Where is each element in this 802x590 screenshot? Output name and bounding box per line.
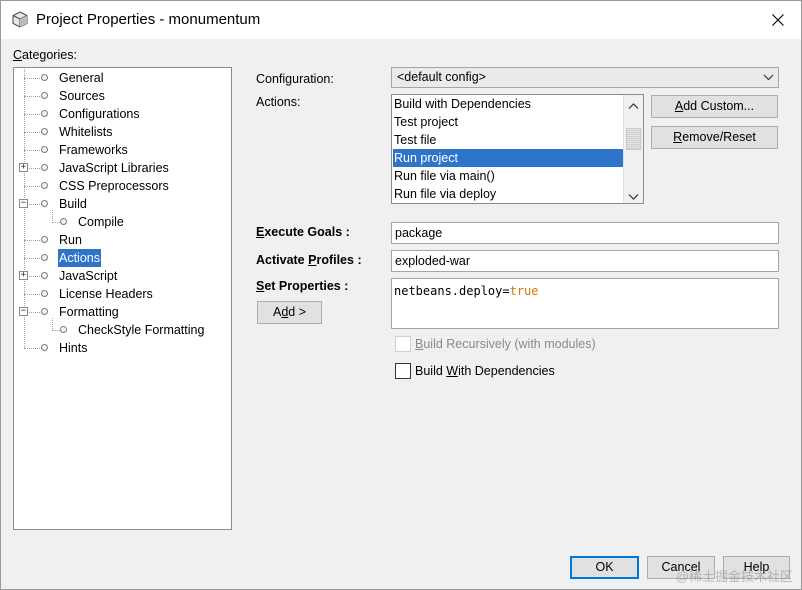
actions-label: Actions: xyxy=(256,95,301,109)
node-bullet-icon xyxy=(41,254,48,261)
actions-list-scrollbar[interactable] xyxy=(623,95,643,203)
tree-item-actions[interactable]: Actions xyxy=(14,249,229,267)
scrollbar-thumb[interactable] xyxy=(626,128,641,150)
list-item[interactable]: Run file via main() xyxy=(393,167,623,185)
tree-item-configurations[interactable]: Configurations xyxy=(14,105,229,123)
activate-profiles-label: Activate Profiles : xyxy=(256,253,362,267)
scroll-up-icon[interactable] xyxy=(628,99,639,113)
title-bar: Project Properties - monumentum xyxy=(1,1,801,39)
categories-label: Categories: xyxy=(13,48,77,62)
tree-item-sources[interactable]: Sources xyxy=(14,87,229,105)
tree-item-build[interactable]: − Build xyxy=(14,195,229,213)
watermark: @稀土掘金技术社区 xyxy=(675,569,793,584)
netbeans-project-cube-icon xyxy=(12,11,28,28)
execute-goals-label: Execute Goals : xyxy=(256,225,350,239)
list-item[interactable]: Test project xyxy=(393,113,623,131)
close-icon[interactable] xyxy=(755,1,801,39)
build-with-dependencies-checkbox[interactable] xyxy=(395,363,411,379)
configuration-select[interactable]: <default config> xyxy=(391,67,779,88)
expand-plus-icon[interactable]: + xyxy=(19,163,28,172)
node-bullet-icon xyxy=(41,128,48,135)
node-bullet-icon xyxy=(41,146,48,153)
build-recursively-checkbox[interactable] xyxy=(395,336,411,352)
node-bullet-icon xyxy=(41,110,48,117)
tree-item-whitelists[interactable]: Whitelists xyxy=(14,123,229,141)
node-bullet-icon xyxy=(60,326,67,333)
execute-goals-input[interactable]: package xyxy=(391,222,779,244)
tree-item-general[interactable]: General xyxy=(14,69,229,87)
node-bullet-icon xyxy=(41,308,48,315)
collapse-minus-icon[interactable]: − xyxy=(19,307,28,316)
list-item[interactable]: Run file via deploy xyxy=(393,185,623,203)
node-bullet-icon xyxy=(41,182,48,189)
ok-button[interactable]: OK xyxy=(570,556,639,579)
node-bullet-icon xyxy=(41,344,48,351)
add-property-button[interactable]: Add > xyxy=(257,301,322,324)
tree-item-frameworks[interactable]: Frameworks xyxy=(14,141,229,159)
node-bullet-icon xyxy=(41,236,48,243)
tree-item-formatting[interactable]: − Formatting xyxy=(14,303,229,321)
category-tree[interactable]: General Sources Configurations Whitelist… xyxy=(13,67,232,530)
node-bullet-icon xyxy=(60,218,67,225)
build-recursively-label: Build Recursively (with modules) xyxy=(415,337,596,351)
tree-item-javascript[interactable]: + JavaScript xyxy=(14,267,229,285)
tree-item-hints[interactable]: Hints xyxy=(14,339,229,357)
expand-plus-icon[interactable]: + xyxy=(19,271,28,280)
tree-item-css-preprocessors[interactable]: CSS Preprocessors xyxy=(14,177,229,195)
window-title: Project Properties - monumentum xyxy=(36,11,261,28)
remove-reset-button[interactable]: Remove/Reset xyxy=(651,126,778,149)
node-bullet-icon xyxy=(41,272,48,279)
tree-item-checkstyle-formatting[interactable]: CheckStyle Formatting xyxy=(14,321,229,339)
list-item[interactable]: Test file xyxy=(393,131,623,149)
node-bullet-icon xyxy=(41,92,48,99)
node-bullet-icon xyxy=(41,290,48,297)
list-item[interactable]: Build with Dependencies xyxy=(393,95,623,113)
add-custom-button[interactable]: Add Custom... xyxy=(651,95,778,118)
actions-list[interactable]: Build with Dependencies Test project Tes… xyxy=(391,94,644,204)
configuration-label: Configuration: xyxy=(256,72,334,86)
tree-item-javascript-libraries[interactable]: + JavaScript Libraries xyxy=(14,159,229,177)
activate-profiles-input[interactable]: exploded-war xyxy=(391,250,779,272)
node-bullet-icon xyxy=(41,200,48,207)
tree-item-compile[interactable]: Compile xyxy=(14,213,229,231)
tree-item-run[interactable]: Run xyxy=(14,231,229,249)
build-with-dependencies-label: Build With Dependencies xyxy=(415,364,555,378)
set-properties-textarea[interactable]: netbeans.deploy=true xyxy=(391,278,779,329)
list-item-selected[interactable]: Run project xyxy=(393,149,623,167)
node-bullet-icon xyxy=(41,164,48,171)
collapse-minus-icon[interactable]: − xyxy=(19,199,28,208)
node-bullet-icon xyxy=(41,74,48,81)
configuration-select-value: <default config> xyxy=(397,70,486,84)
set-properties-label: Set Properties : xyxy=(256,279,349,293)
project-properties-dialog: Project Properties - monumentum Categori… xyxy=(0,0,802,590)
tree-item-license-headers[interactable]: License Headers xyxy=(14,285,229,303)
chevron-down-icon xyxy=(763,68,774,93)
scroll-down-icon[interactable] xyxy=(628,190,639,203)
